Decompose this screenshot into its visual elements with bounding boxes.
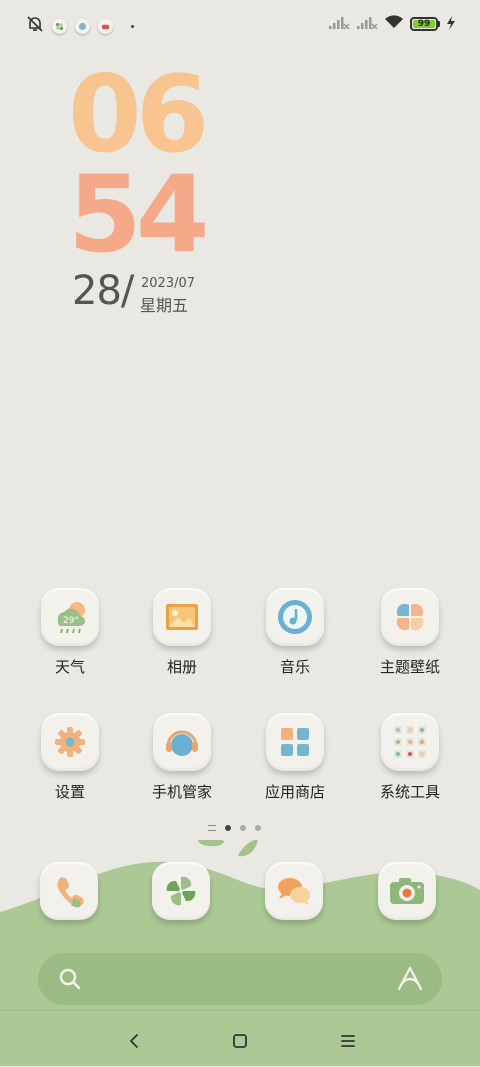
signal-no-service-icon bbox=[328, 15, 350, 34]
pinwheel-icon bbox=[152, 862, 210, 920]
back-icon[interactable] bbox=[122, 1029, 146, 1053]
date-day: 28/ bbox=[72, 268, 134, 314]
navigation-bar bbox=[0, 1010, 480, 1067]
more-notifications-dot bbox=[131, 24, 134, 28]
app-label: 天气 bbox=[54, 658, 85, 676]
search-icon[interactable] bbox=[58, 967, 82, 995]
app-themes[interactable]: 主题壁纸 bbox=[360, 588, 460, 677]
search-bar[interactable] bbox=[38, 953, 442, 1005]
app-store-icon bbox=[98, 18, 113, 34]
app-weather[interactable]: 29° 天气 bbox=[20, 588, 120, 677]
page-indicator[interactable] bbox=[208, 825, 261, 831]
dock-messages[interactable] bbox=[265, 862, 323, 920]
battery-level: 99 bbox=[413, 20, 435, 29]
clock-minute: 54 bbox=[68, 153, 209, 276]
page-indicator-feed[interactable] bbox=[208, 825, 216, 831]
page-dot[interactable] bbox=[240, 825, 246, 831]
dock-camera[interactable] bbox=[378, 862, 436, 920]
battery-icon: 99 bbox=[410, 17, 440, 31]
app-store[interactable]: 应用商店 bbox=[245, 713, 345, 802]
weather-icon: 29° bbox=[41, 588, 99, 646]
app-music[interactable]: 音乐 bbox=[245, 588, 345, 677]
app-system-tools[interactable]: 系统工具 bbox=[360, 713, 460, 802]
gallery-icon bbox=[153, 588, 211, 646]
date-year-month: 2023/07 bbox=[141, 276, 196, 291]
messages-icon bbox=[265, 862, 323, 920]
status-bar: 99 bbox=[0, 0, 480, 50]
app-store-grid-icon bbox=[266, 713, 324, 771]
wifi-icon bbox=[384, 14, 404, 34]
app-label: 主题壁纸 bbox=[379, 658, 440, 676]
phone-icon bbox=[40, 862, 98, 920]
app-label: 系统工具 bbox=[379, 783, 440, 801]
home-icon[interactable] bbox=[228, 1029, 252, 1053]
tools-folder-icon bbox=[381, 713, 439, 771]
music-icon bbox=[266, 588, 324, 646]
security-headphones-icon bbox=[153, 713, 211, 771]
app-settings[interactable]: 设置 bbox=[20, 713, 120, 802]
camera-icon bbox=[378, 862, 436, 920]
app-label: 应用商店 bbox=[264, 783, 325, 801]
app-label: 音乐 bbox=[279, 658, 310, 676]
pinwheel-app-icon bbox=[52, 18, 67, 34]
weather-temp: 29° bbox=[63, 616, 79, 626]
app-security[interactable]: 手机管家 bbox=[132, 713, 232, 802]
app-gallery[interactable]: 相册 bbox=[132, 588, 232, 677]
bell-muted-icon bbox=[26, 15, 44, 37]
date-weekday: 星期五 bbox=[140, 296, 189, 315]
app-label: 设置 bbox=[54, 783, 85, 801]
menu-icon[interactable] bbox=[336, 1029, 360, 1053]
charging-bolt-icon bbox=[446, 15, 456, 34]
app-label: 相册 bbox=[166, 658, 197, 676]
signal-no-service-icon bbox=[356, 15, 378, 34]
page-dot-current[interactable] bbox=[225, 825, 231, 831]
themes-icon bbox=[381, 588, 439, 646]
dock-pinwheel-app[interactable] bbox=[152, 862, 210, 920]
app-label: 手机管家 bbox=[151, 783, 212, 801]
security-app-icon bbox=[75, 18, 90, 34]
assistant-logo-icon[interactable] bbox=[396, 965, 424, 997]
settings-gear-icon bbox=[41, 713, 99, 771]
dock-phone[interactable] bbox=[40, 862, 98, 920]
page-dot[interactable] bbox=[255, 825, 261, 831]
